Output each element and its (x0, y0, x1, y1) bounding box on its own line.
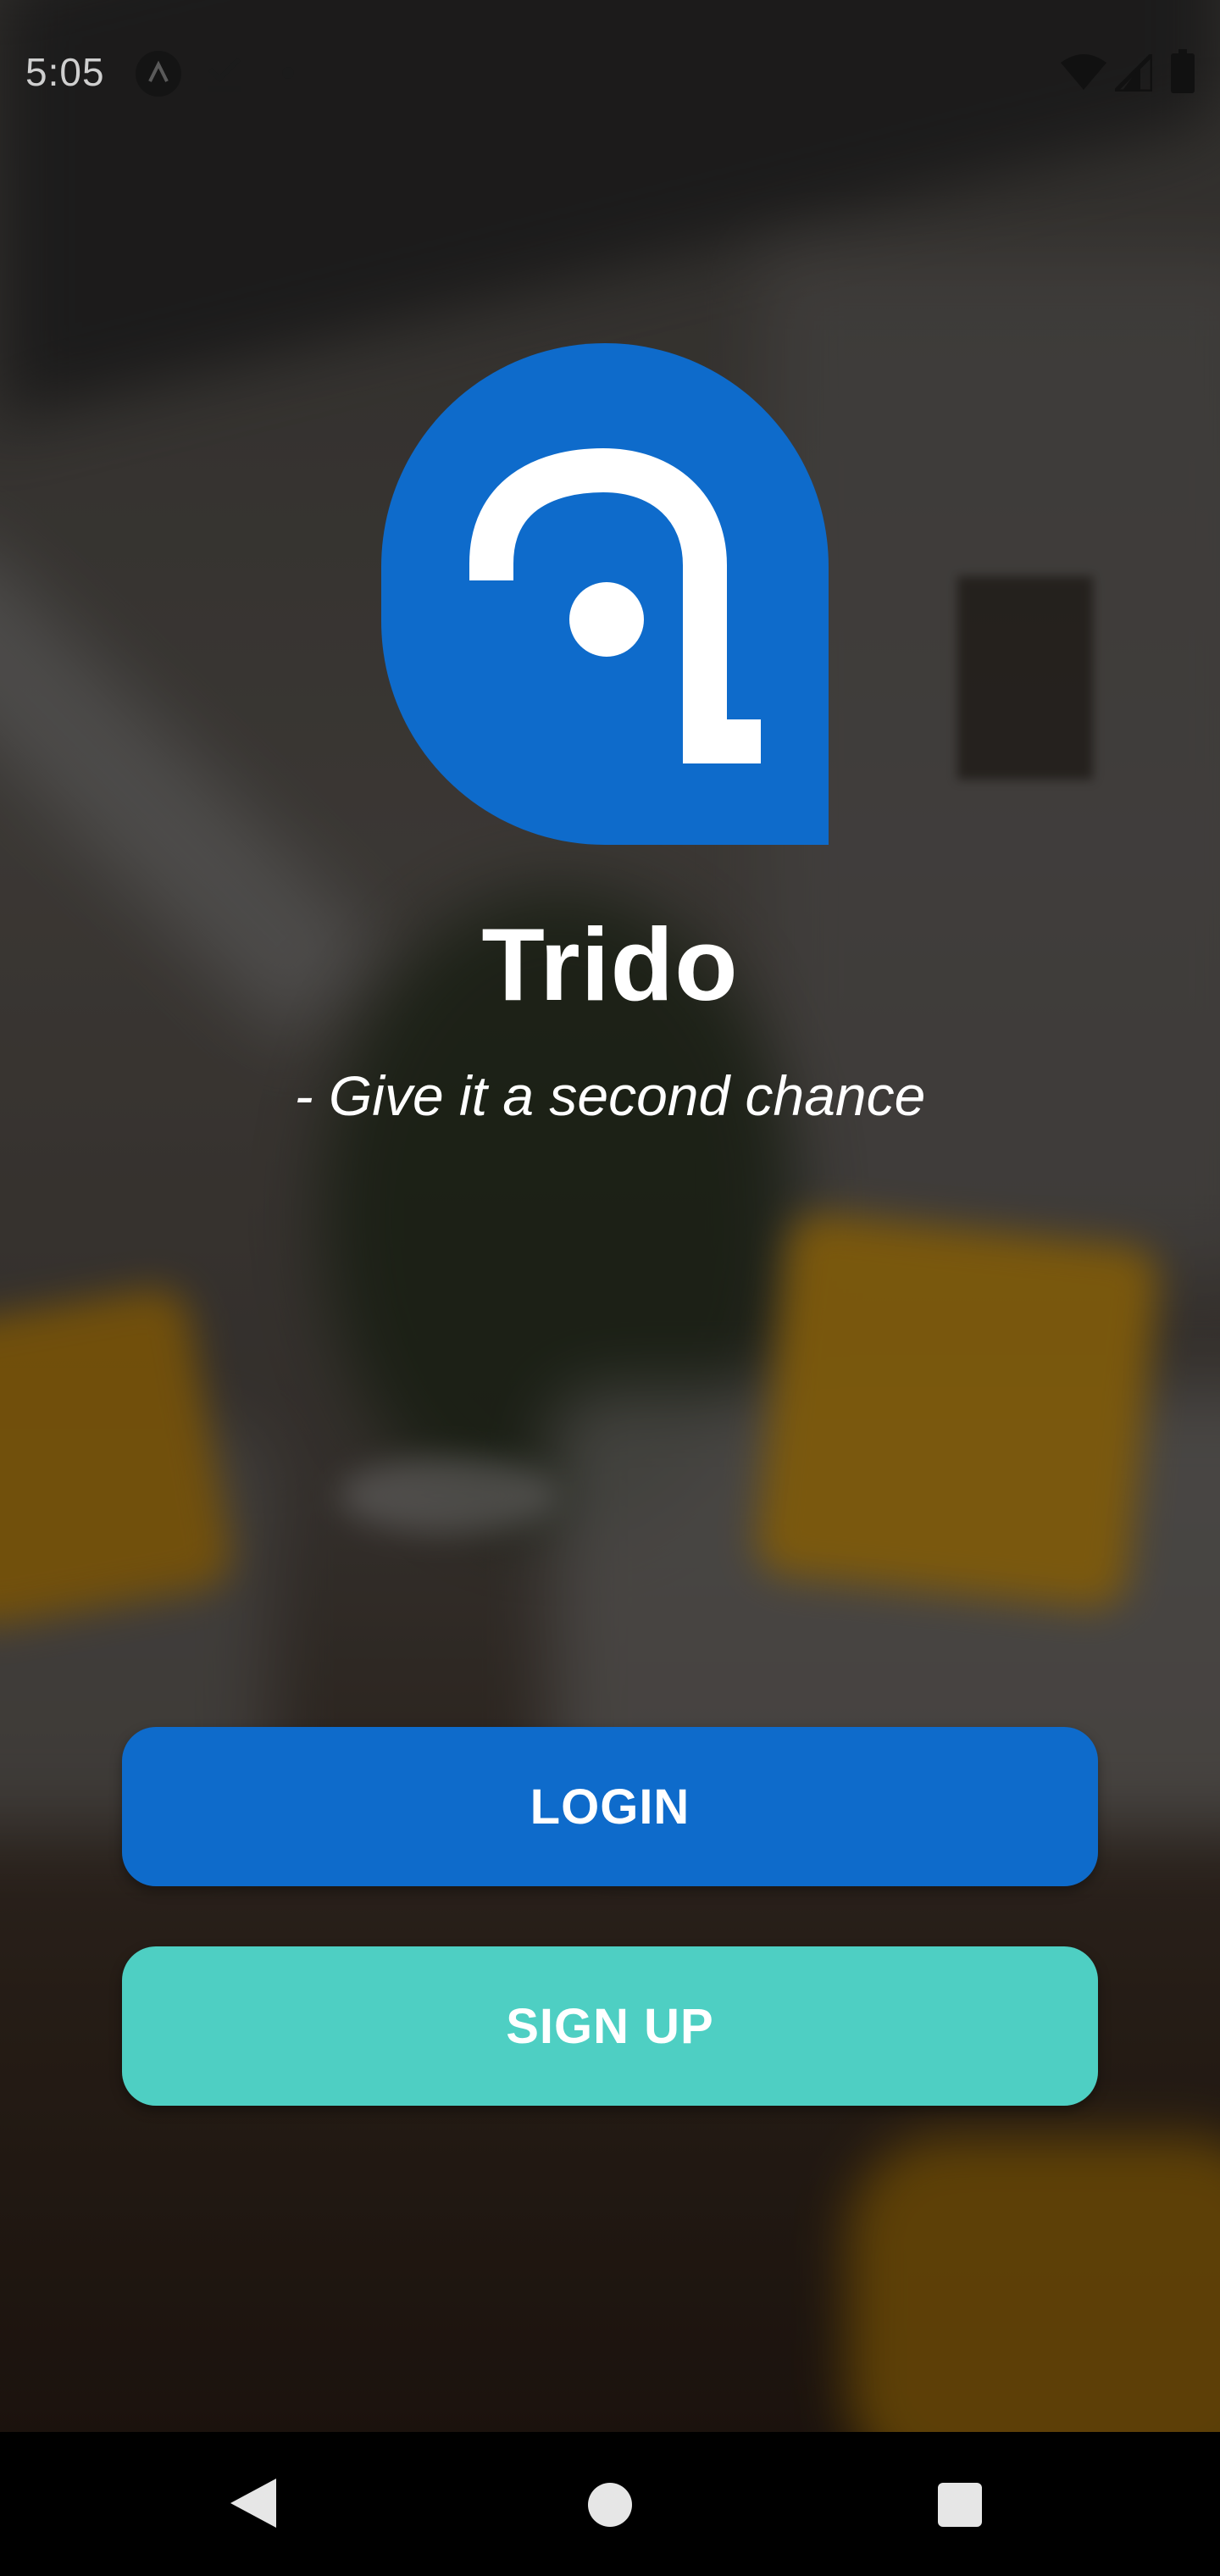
signal-icon (1109, 48, 1155, 94)
battery-icon (1171, 49, 1195, 93)
app-title: Trido (481, 907, 739, 1022)
welcome-screen: 5:05 Trido - Give it a second chance LOG… (0, 0, 1220, 2576)
signup-button[interactable]: SIGN UP (122, 1946, 1098, 2106)
status-time: 5:05 (25, 50, 105, 94)
dot-icon (282, 67, 294, 79)
wifi-icon (1061, 54, 1106, 90)
home-icon[interactable] (588, 2483, 632, 2527)
recents-icon[interactable] (938, 2483, 982, 2527)
trido-logo-icon (381, 343, 829, 845)
status-bar: 5:05 (0, 0, 1220, 144)
app-tagline: - Give it a second chance (294, 1064, 926, 1127)
back-icon[interactable] (230, 2479, 276, 2528)
app-notification-icon (136, 51, 181, 97)
download-done-icon (205, 53, 244, 95)
login-button[interactable]: LOGIN (122, 1727, 1098, 1886)
